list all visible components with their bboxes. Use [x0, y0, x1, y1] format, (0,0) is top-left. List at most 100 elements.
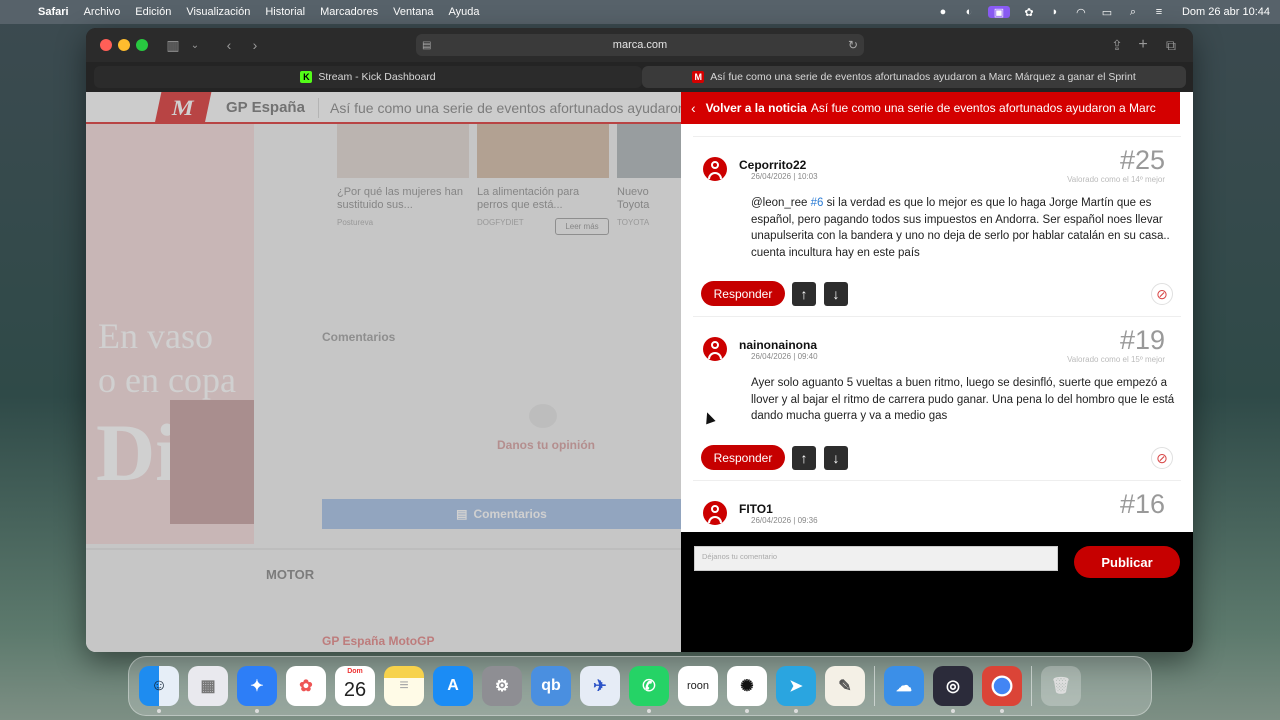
- weather-icon[interactable]: ☁: [884, 666, 924, 706]
- marca-favicon-icon: M: [692, 71, 705, 83]
- tab-label: Stream - Kick Dashboard: [318, 71, 436, 83]
- minimize-window-icon[interactable]: [118, 39, 130, 51]
- comment-text: @leon_ree #6 si la verdad es que lo mejo…: [751, 197, 1170, 259]
- comment-number: #19: [1119, 325, 1165, 355]
- panel-article-title: Así fue como una serie de eventos afortu…: [810, 101, 1156, 115]
- settings-icon[interactable]: ⚙: [482, 666, 522, 706]
- comment-item: nainonainona 26/04/2026 | 09:40 #19 Valo…: [693, 316, 1181, 480]
- share-icon[interactable]: ⇪: [1108, 36, 1126, 54]
- menu-ventana[interactable]: Ventana: [393, 6, 433, 18]
- publish-button[interactable]: Publicar: [1074, 546, 1180, 578]
- tab-overview-icon[interactable]: ⧉: [1162, 36, 1180, 54]
- chrome-icon[interactable]: [982, 666, 1022, 713]
- finder-icon[interactable]: ☺: [139, 666, 179, 713]
- comment-rating: Valorado como el 14º mejor: [1067, 175, 1165, 184]
- telegram-icon[interactable]: ➤: [776, 666, 816, 713]
- control-center-icon[interactable]: ≡: [1152, 6, 1166, 18]
- qbittorrent-icon[interactable]: qb: [531, 666, 571, 706]
- back-icon[interactable]: ‹: [220, 36, 238, 54]
- user-avatar-icon[interactable]: [703, 157, 727, 181]
- reply-button[interactable]: Responder: [701, 281, 785, 306]
- reply-button[interactable]: Responder: [701, 445, 785, 470]
- calendar-date: 26: [343, 678, 367, 701]
- comment-number: #16: [1119, 489, 1165, 519]
- new-tab-icon[interactable]: +: [1134, 36, 1152, 54]
- close-window-icon[interactable]: [100, 39, 112, 51]
- user-avatar-icon[interactable]: [703, 337, 727, 361]
- notes-icon[interactable]: ≡: [384, 666, 424, 706]
- calendar-icon[interactable]: Dom 26: [335, 666, 375, 706]
- menu-ayuda[interactable]: Ayuda: [449, 6, 480, 18]
- battery-icon[interactable]: ▭: [1100, 6, 1114, 19]
- search-icon[interactable]: ⌕: [1126, 6, 1140, 18]
- menu-bar: Safari Archivo Edición Visualización His…: [0, 0, 1280, 24]
- user-avatar-icon[interactable]: [703, 501, 727, 525]
- wifi-icon[interactable]: ◠: [1074, 6, 1088, 19]
- zoom-window-icon[interactable]: [136, 39, 148, 51]
- roon-icon[interactable]: roon: [678, 666, 718, 706]
- dock: ☺ ▦ ✦ ✿ Dom 26 ≡ A ⚙ qb ✈ ✆ roon ✺ ➤ ✎ ☁…: [128, 656, 1152, 716]
- comment-actions: Responder ↑ ↓ ⊘: [701, 281, 1173, 307]
- menu-historial[interactable]: Historial: [265, 6, 305, 18]
- comment-reference-link[interactable]: #6: [811, 197, 824, 209]
- menu-edicion[interactable]: Edición: [135, 6, 171, 18]
- comment-composer: Déjanos tu comentario Publicar: [681, 532, 1193, 652]
- trash-icon[interactable]: 🗑: [1041, 666, 1081, 706]
- sidebar-icon[interactable]: ▥: [164, 36, 182, 54]
- menu-archivo[interactable]: Archivo: [84, 6, 121, 18]
- menu-app-name[interactable]: Safari: [38, 6, 69, 18]
- chevron-left-icon[interactable]: ‹: [691, 100, 696, 116]
- downvote-arrow-icon[interactable]: ↓: [824, 446, 848, 470]
- telegram-status-icon[interactable]: ●: [936, 6, 950, 18]
- comment-date: 26/04/2026 | 09:40: [751, 352, 818, 361]
- cloud-status-icon[interactable]: ◐: [962, 6, 976, 18]
- page-menu-icon[interactable]: ▤: [422, 40, 431, 51]
- comments-list[interactable]: Ceporrito22 26/04/2026 | 10:03 #25 Valor…: [693, 136, 1181, 532]
- address-bar[interactable]: ▤ marca.com ↻: [416, 34, 864, 56]
- browser-toolbar: ▥ ⌄ ‹ › ▤ marca.com ↻ ⇪ + ⧉: [86, 28, 1193, 62]
- tab-label: Así fue como una serie de eventos afortu…: [710, 71, 1136, 83]
- chevron-down-icon[interactable]: ⌄: [186, 36, 204, 54]
- tab-bar: K Stream - Kick Dashboard M Así fue como…: [86, 62, 1193, 92]
- comment-author[interactable]: FITO1: [739, 502, 773, 516]
- comment-text: Ayer solo aguanto 5 vueltas a buen ritmo…: [751, 377, 1175, 422]
- photos-icon[interactable]: ✿: [286, 666, 326, 706]
- launchpad-icon[interactable]: ▦: [188, 666, 228, 706]
- app-store-icon[interactable]: A: [433, 666, 473, 706]
- textedit-icon[interactable]: ✎: [825, 666, 865, 706]
- chatgpt-icon[interactable]: ✺: [727, 666, 767, 713]
- upvote-arrow-icon[interactable]: ↑: [792, 446, 816, 470]
- report-icon[interactable]: ⊘: [1151, 283, 1173, 305]
- shield-status-icon[interactable]: ◗: [1048, 6, 1062, 18]
- tab-marca-article[interactable]: M Así fue como una serie de eventos afor…: [642, 66, 1186, 88]
- report-icon[interactable]: ⊘: [1151, 447, 1173, 469]
- safari-icon[interactable]: ✦: [237, 666, 277, 713]
- page-content: M GP España Así fue como una serie de ev…: [86, 92, 1193, 652]
- comment-date: 26/04/2026 | 09:36: [751, 516, 818, 525]
- forward-icon[interactable]: ›: [246, 36, 264, 54]
- comment-date: 26/04/2026 | 10:03: [751, 172, 818, 181]
- menu-visualizacion[interactable]: Visualización: [186, 6, 250, 18]
- menu-clock[interactable]: Dom 26 abr 10:44: [1182, 6, 1270, 18]
- comment-author[interactable]: nainonainona: [739, 338, 817, 352]
- comment-input[interactable]: Déjanos tu comentario: [694, 546, 1058, 571]
- obs-icon[interactable]: ◎: [933, 666, 973, 713]
- mention-link[interactable]: @leon_ree: [751, 197, 807, 209]
- panel-header[interactable]: ‹ Volver a la noticia Así fue como una s…: [681, 92, 1180, 124]
- upvote-arrow-icon[interactable]: ↑: [792, 282, 816, 306]
- comment-item: Ceporrito22 26/04/2026 | 10:03 #25 Valor…: [693, 136, 1181, 316]
- whatsapp-icon[interactable]: ✆: [629, 666, 669, 713]
- tab-kick-dashboard[interactable]: K Stream - Kick Dashboard: [94, 66, 642, 88]
- comment-actions: Responder ↑ ↓ ⊘: [701, 445, 1173, 471]
- back-to-article-link[interactable]: Volver a la noticia: [706, 101, 807, 115]
- flight-icon[interactable]: ✈: [580, 666, 620, 706]
- safari-window: ▥ ⌄ ‹ › ▤ marca.com ↻ ⇪ + ⧉ K Stream - K…: [86, 28, 1193, 652]
- kick-favicon-icon: K: [300, 71, 313, 83]
- page-overlay[interactable]: [86, 92, 681, 652]
- downvote-arrow-icon[interactable]: ↓: [824, 282, 848, 306]
- reload-icon[interactable]: ↻: [848, 38, 858, 52]
- menu-marcadores[interactable]: Marcadores: [320, 6, 378, 18]
- screen-record-icon[interactable]: ▣: [987, 6, 1010, 19]
- chatgpt-status-icon[interactable]: ✿: [1022, 6, 1036, 19]
- comment-author[interactable]: Ceporrito22: [739, 158, 806, 172]
